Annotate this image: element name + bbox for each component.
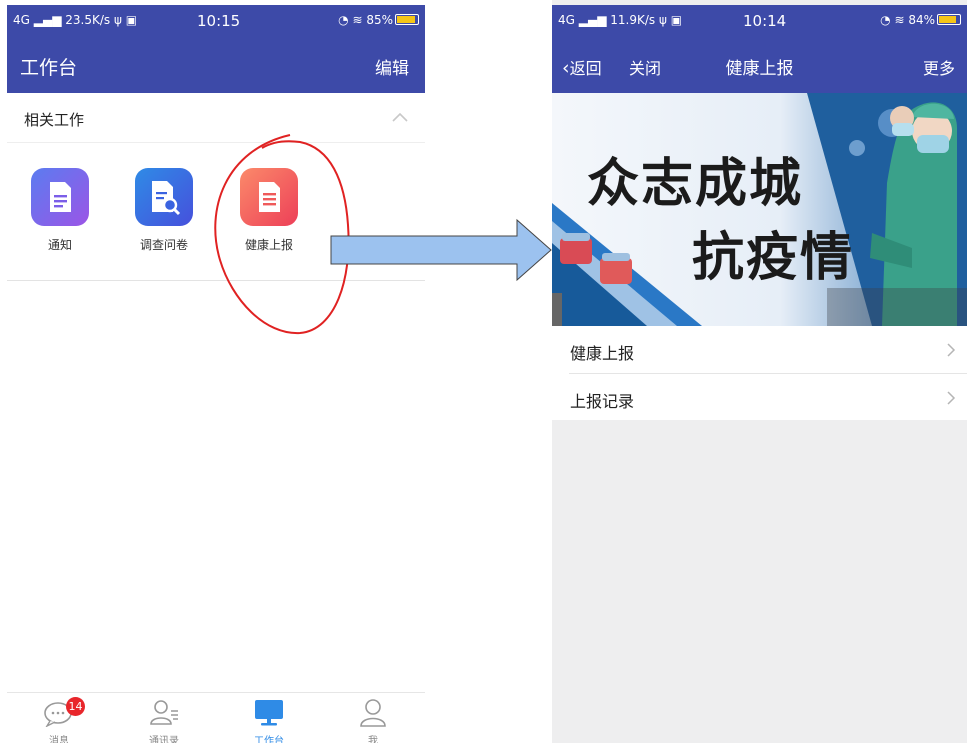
signal-icon: ▂▄▆ <box>33 13 62 27</box>
usb-icon: ψ <box>659 13 667 27</box>
sim-icon: ▣ <box>670 13 683 27</box>
banner-title-line1: 众志成城 <box>587 154 804 214</box>
section-header: 相关工作 <box>7 93 425 143</box>
tab-label: 消息 <box>49 736 69 743</box>
section-title: 相关工作 <box>24 111 85 129</box>
wifi-icon: ≋ <box>352 13 363 27</box>
chevron-up-icon[interactable] <box>391 110 409 124</box>
usb-icon: ψ <box>114 13 122 27</box>
network-speed: 11.9K/s <box>610 13 656 27</box>
signal-icon: ▂▄▆ <box>578 13 607 27</box>
app-survey[interactable]: 调查问卷 <box>119 168 209 253</box>
clock: 10:14 <box>743 12 787 30</box>
alarm-icon: ◔ <box>338 13 349 27</box>
campaign-banner: 众志成城 抗疫情 <box>552 93 967 326</box>
app-grid: 通知 调查问卷 健康上报 <box>7 144 425 281</box>
battery-percent: 84% <box>908 13 935 27</box>
status-bar: 4G ▂▄▆ 23.5K/s ψ ▣ 10:15 ◔ ≋ 85% <box>7 5 425 37</box>
tab-label: 工作台 <box>254 736 284 743</box>
person-icon <box>360 699 386 727</box>
list-item-report-records[interactable]: 上报记录 <box>569 373 967 420</box>
edit-button[interactable]: 编辑 <box>375 54 409 79</box>
wifi-icon: ≋ <box>894 13 905 27</box>
banner-title-line2: 抗疫情 <box>692 228 855 288</box>
sim-icon: ▣ <box>125 13 138 27</box>
tab-label: 我 <box>368 736 378 743</box>
chevron-right-icon <box>947 343 956 357</box>
network-indicator: 4G <box>13 13 30 27</box>
clock: 10:15 <box>197 12 241 30</box>
status-bar: 4G ▂▄▆ 11.9K/s ψ ▣ 10:14 ◔ ≋ 84% <box>552 5 967 37</box>
menu-list: 健康上报 上报记录 <box>552 326 967 420</box>
report-icon <box>240 168 298 226</box>
tab-label: 通讯录 <box>149 736 179 743</box>
top-nav: 工作台 编辑 <box>7 37 425 93</box>
battery-percent: 85% <box>366 13 393 27</box>
alarm-icon: ◔ <box>880 13 891 27</box>
tab-messages[interactable]: 14 消息 <box>24 697 94 743</box>
survey-search-icon <box>135 168 193 226</box>
top-nav: ‹返回 关闭 健康上报 更多 <box>552 37 967 93</box>
battery-icon <box>395 14 419 25</box>
contacts-icon <box>150 700 178 725</box>
monitor-icon <box>255 700 283 726</box>
tab-contacts[interactable]: 通讯录 <box>129 697 199 743</box>
unread-badge: 14 <box>66 697 85 716</box>
document-icon <box>31 168 89 226</box>
list-item-label: 健康上报 <box>570 344 635 363</box>
app-notice[interactable]: 通知 <box>15 168 105 253</box>
tab-me[interactable]: 我 <box>338 697 408 743</box>
app-label: 健康上报 <box>244 238 293 252</box>
list-item-label: 上报记录 <box>570 392 635 411</box>
network-speed: 23.5K/s <box>65 13 111 27</box>
app-label: 调查问卷 <box>139 238 188 252</box>
chevron-right-icon <box>947 391 956 405</box>
app-health-report[interactable]: 健康上报 <box>224 168 314 253</box>
page-title: 健康上报 <box>725 59 794 79</box>
app-label: 通知 <box>47 238 72 252</box>
page-title: 工作台 <box>20 57 78 79</box>
health-report-screen: 4G ▂▄▆ 11.9K/s ψ ▣ 10:14 ◔ ≋ 84% ‹返回 关闭 … <box>552 0 967 743</box>
bottom-tab-bar: 14 消息 通讯录 工作台 我 <box>7 692 425 743</box>
more-button[interactable]: 更多 <box>923 55 955 79</box>
tab-workbench[interactable]: 工作台 <box>234 697 304 743</box>
workbench-screen: 4G ▂▄▆ 23.5K/s ψ ▣ 10:15 ◔ ≋ 85% 工作台 编辑 … <box>7 0 425 743</box>
battery-icon <box>937 14 961 25</box>
network-indicator: 4G <box>558 13 575 27</box>
list-item-health-report[interactable]: 健康上报 <box>552 326 967 373</box>
